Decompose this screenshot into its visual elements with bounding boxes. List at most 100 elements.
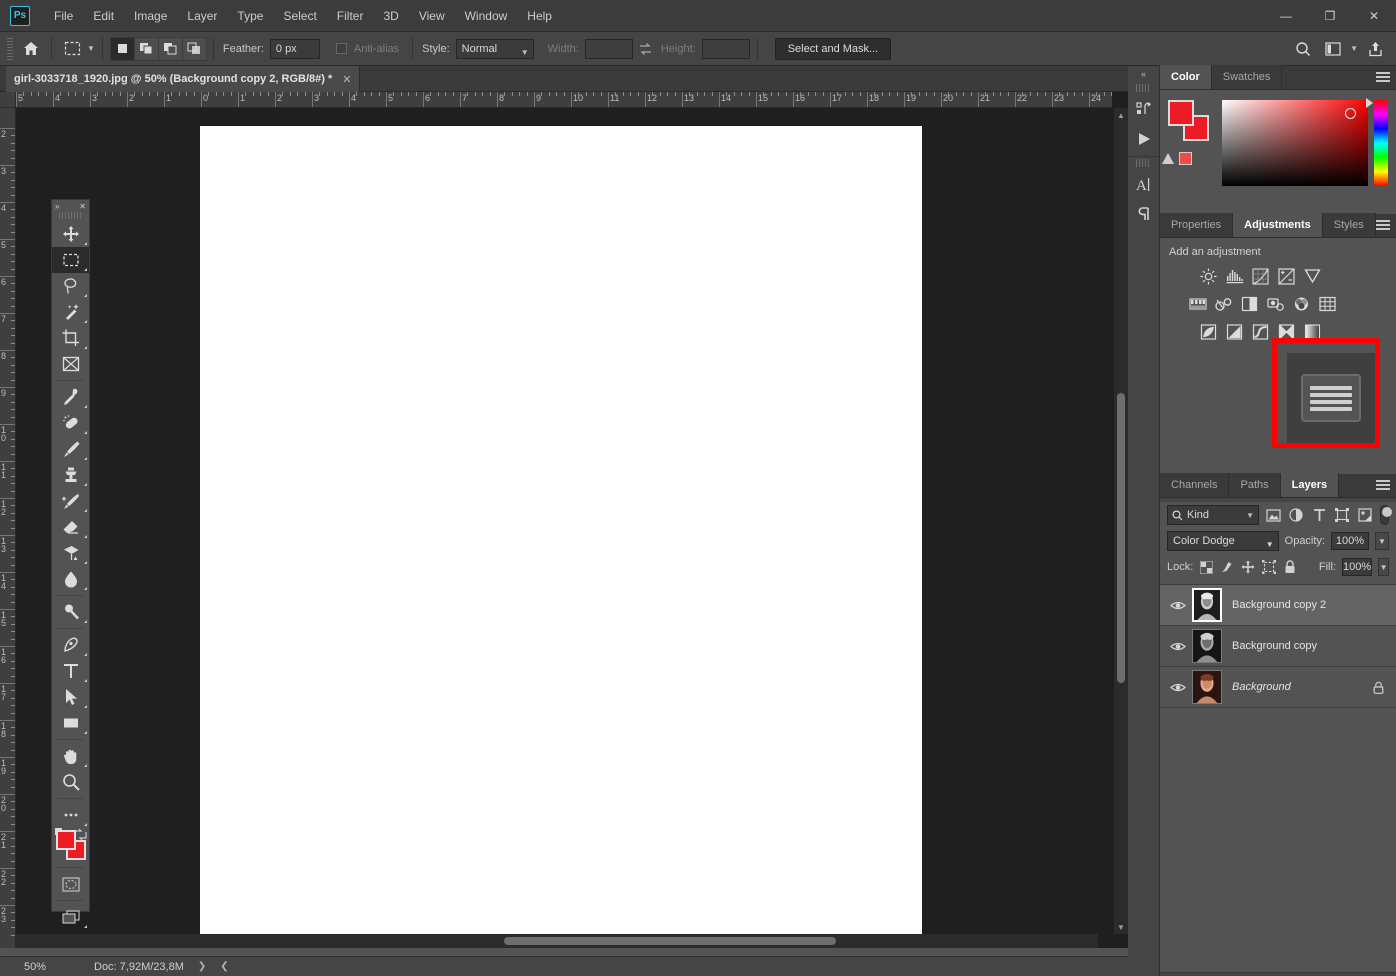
tool-flyout-indicator[interactable] bbox=[84, 320, 87, 323]
menu-item-image[interactable]: Image bbox=[124, 0, 177, 32]
rectangular-marquee-tool-icon[interactable] bbox=[59, 37, 85, 61]
lock-artboard-nesting-icon[interactable] bbox=[1261, 557, 1276, 577]
tool-flyout-indicator[interactable] bbox=[84, 346, 87, 349]
panel-menu-icon[interactable] bbox=[1376, 480, 1390, 492]
blur-tool[interactable] bbox=[52, 566, 89, 592]
foreground-color-swatch[interactable] bbox=[1168, 100, 1194, 126]
fill-stepper[interactable]: ▼ bbox=[1378, 558, 1389, 576]
layer-lock-icon[interactable] bbox=[1373, 681, 1384, 694]
minimize-button[interactable]: — bbox=[1264, 0, 1308, 32]
tab-layers[interactable]: Layers bbox=[1280, 473, 1340, 497]
home-icon[interactable] bbox=[18, 37, 44, 61]
tool-flyout-indicator[interactable] bbox=[84, 294, 87, 297]
layer-row-background-copy-2[interactable]: Background copy 2 bbox=[1160, 585, 1396, 626]
style-select[interactable]: Normal ▼ bbox=[455, 38, 534, 59]
menu-item-select[interactable]: Select bbox=[273, 0, 326, 32]
tool-flyout-indicator[interactable] bbox=[84, 620, 87, 623]
filter-enable-toggle[interactable] bbox=[1379, 505, 1393, 525]
lock-transparent-pixels-icon[interactable] bbox=[1199, 557, 1214, 577]
menu-item-window[interactable]: Window bbox=[455, 0, 518, 32]
panel-menu-icon[interactable] bbox=[1376, 220, 1390, 232]
photo-filter-adjustment-icon[interactable] bbox=[1263, 292, 1288, 316]
tab-properties[interactable]: Properties bbox=[1160, 213, 1234, 237]
scroll-up-arrow[interactable]: ▲ bbox=[1114, 108, 1128, 122]
menu-item-view[interactable]: View bbox=[409, 0, 455, 32]
vertical-scroll-thumb[interactable] bbox=[1117, 393, 1125, 683]
dodge-tool[interactable] bbox=[52, 599, 89, 625]
path-selection-tool[interactable] bbox=[52, 684, 89, 710]
rectangular-marquee-tool[interactable] bbox=[52, 247, 89, 273]
layer-thumbnail[interactable] bbox=[1192, 588, 1222, 622]
horizontal-scroll-thumb[interactable] bbox=[504, 937, 836, 945]
hue-slider[interactable] bbox=[1374, 100, 1388, 186]
share-icon[interactable] bbox=[1362, 37, 1388, 61]
crop-tool[interactable] bbox=[52, 325, 89, 351]
tools-panel-grip[interactable] bbox=[59, 212, 82, 219]
menu-item-filter[interactable]: Filter bbox=[327, 0, 374, 32]
opacity-input[interactable]: 100% bbox=[1331, 532, 1369, 550]
horizontal-scrollbar[interactable] bbox=[16, 934, 1098, 948]
tool-flyout-indicator[interactable] bbox=[84, 653, 87, 656]
filter-shape-layers-icon[interactable] bbox=[1334, 504, 1351, 526]
tool-flyout-indicator[interactable] bbox=[84, 483, 87, 486]
status-prev-icon[interactable]: ❮ bbox=[220, 961, 228, 972]
blend-mode-select[interactable]: Color Dodge ▼ bbox=[1167, 531, 1279, 551]
layer-row-background-copy[interactable]: Background copy bbox=[1160, 626, 1396, 667]
feather-input[interactable]: 0 px bbox=[269, 38, 320, 59]
screen-mode-icon[interactable] bbox=[52, 904, 89, 930]
color-field[interactable] bbox=[1222, 100, 1368, 186]
channel-mixer-adjustment-icon[interactable] bbox=[1289, 292, 1314, 316]
frame-tool[interactable] bbox=[52, 351, 89, 377]
tool-flyout-indicator[interactable] bbox=[84, 823, 87, 826]
tab-swatches[interactable]: Swatches bbox=[1211, 65, 1283, 89]
tool-flyout-indicator[interactable] bbox=[84, 561, 87, 564]
pen-tool[interactable] bbox=[52, 632, 89, 658]
maximize-button[interactable]: ❐ bbox=[1308, 0, 1352, 32]
fill-input[interactable]: 100% bbox=[1342, 558, 1373, 576]
tool-flyout-indicator[interactable] bbox=[84, 587, 87, 590]
anti-alias-checkbox[interactable] bbox=[335, 43, 347, 54]
filter-pixel-layers-icon[interactable] bbox=[1265, 504, 1282, 526]
new-selection-button[interactable] bbox=[109, 36, 135, 61]
menu-item-edit[interactable]: Edit bbox=[83, 0, 124, 32]
clone-stamp-tool[interactable] bbox=[52, 462, 89, 488]
swap-dimensions-icon[interactable] bbox=[633, 37, 659, 61]
black-and-white-adjustment-icon[interactable] bbox=[1237, 292, 1262, 316]
options-bar-grip[interactable] bbox=[7, 37, 13, 60]
menu-item-3d[interactable]: 3D bbox=[373, 0, 408, 32]
tab-color[interactable]: Color bbox=[1160, 65, 1212, 89]
posterize-adjustment-icon[interactable] bbox=[1222, 320, 1247, 344]
tool-flyout-indicator[interactable] bbox=[84, 925, 87, 928]
menu-item-help[interactable]: Help bbox=[517, 0, 562, 32]
select-and-mask-button[interactable]: Select and Mask... bbox=[774, 37, 892, 60]
tab-channels[interactable]: Channels bbox=[1160, 473, 1230, 497]
filter-smart-object-layers-icon[interactable] bbox=[1357, 504, 1374, 526]
icon-dock-grip[interactable] bbox=[1136, 84, 1151, 92]
gamut-substitute-swatch[interactable] bbox=[1179, 152, 1192, 165]
opacity-stepper[interactable]: ▼ bbox=[1375, 532, 1389, 550]
edit-toolbar-icon[interactable] bbox=[52, 802, 89, 828]
tool-flyout-indicator[interactable] bbox=[84, 731, 87, 734]
workspace-switcher-icon[interactable] bbox=[1320, 37, 1346, 61]
eraser-tool[interactable] bbox=[52, 514, 89, 540]
layer-name[interactable]: Background bbox=[1232, 681, 1373, 693]
tool-flyout-indicator[interactable] bbox=[84, 405, 87, 408]
layer-visibility-toggle[interactable] bbox=[1164, 600, 1192, 611]
close-button[interactable]: ✕ bbox=[1352, 0, 1396, 32]
vibrance-adjustment-icon[interactable] bbox=[1300, 264, 1325, 288]
document-tab[interactable]: girl-3033718_1920.jpg @ 50% (Background … bbox=[6, 66, 361, 92]
lock-all-icon[interactable] bbox=[1282, 557, 1297, 577]
layer-visibility-toggle[interactable] bbox=[1164, 682, 1192, 693]
gradient-tool[interactable] bbox=[52, 540, 89, 566]
color-balance-adjustment-icon[interactable] bbox=[1211, 292, 1236, 316]
layer-name[interactable]: Background copy 2 bbox=[1232, 599, 1396, 611]
tool-flyout-indicator[interactable] bbox=[84, 679, 87, 682]
horizontal-type-tool[interactable] bbox=[52, 658, 89, 684]
active-tool-chip[interactable]: ▼ bbox=[59, 37, 95, 61]
icon-dock-grip[interactable] bbox=[1136, 159, 1151, 167]
vertical-ruler[interactable]: 234567891011121314151617181920212223 bbox=[0, 108, 16, 948]
history-panel-icon[interactable] bbox=[1128, 94, 1160, 124]
out-of-gamut-warning[interactable] bbox=[1162, 152, 1192, 165]
rectangle-tool[interactable] bbox=[52, 710, 89, 736]
tool-flyout-indicator[interactable] bbox=[84, 242, 87, 245]
